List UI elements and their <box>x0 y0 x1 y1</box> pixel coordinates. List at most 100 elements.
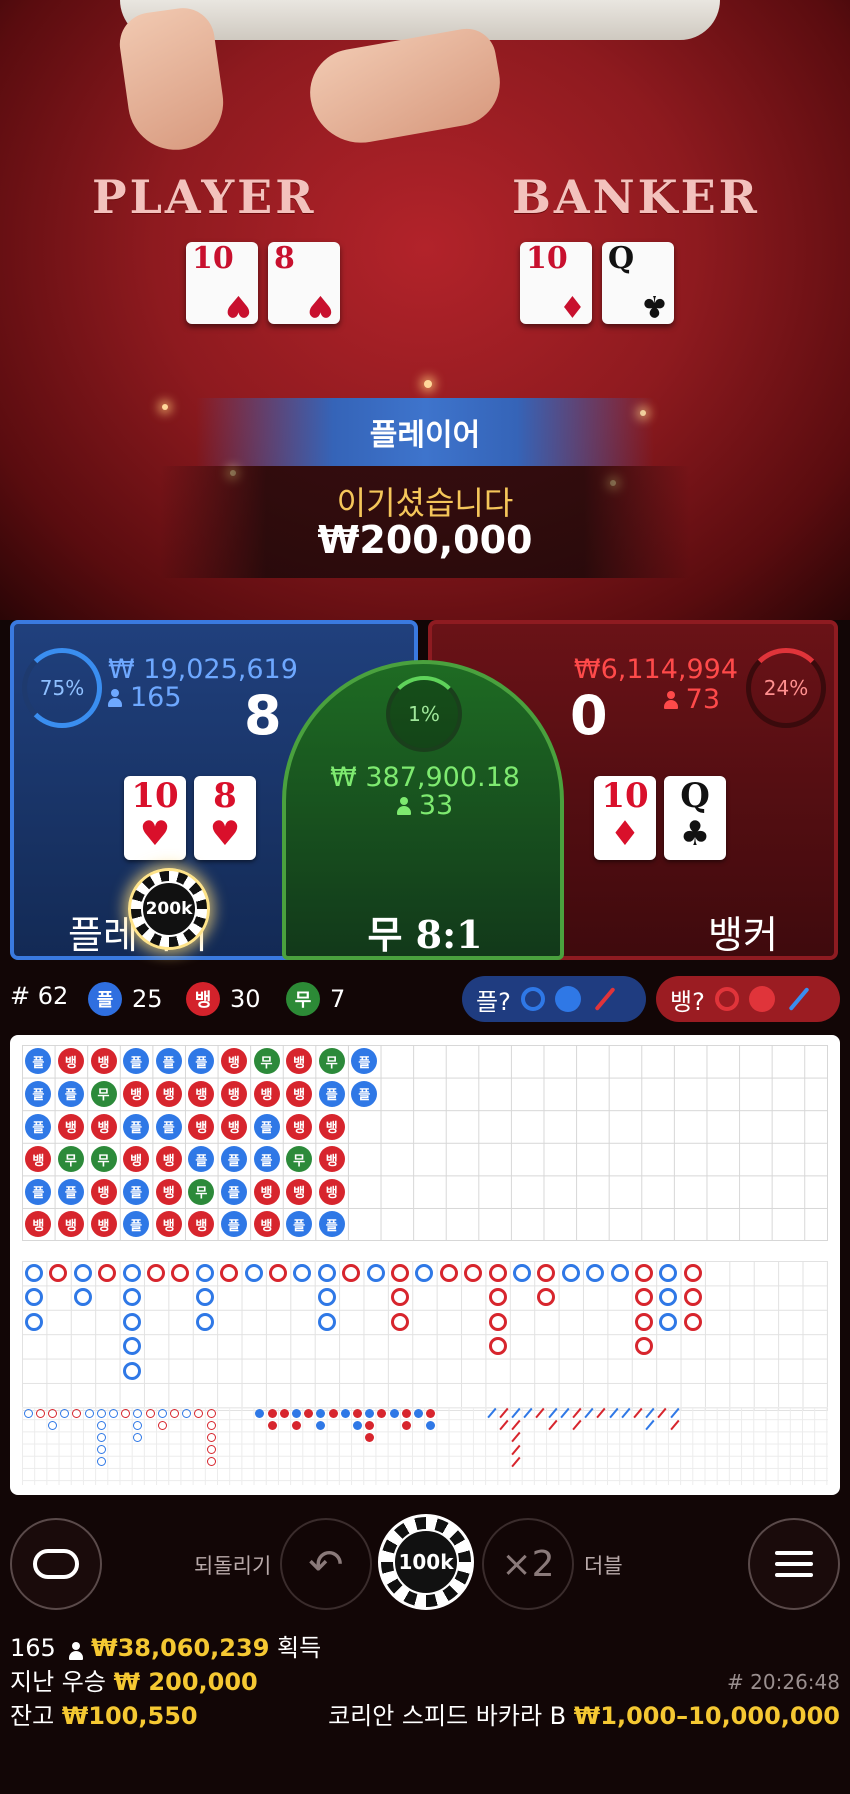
derived-road-mark <box>206 1420 216 1430</box>
card-rank: 8 <box>274 241 295 276</box>
derived-road-slash <box>511 1444 521 1455</box>
derived-road-mark <box>96 1432 106 1442</box>
game-id: # 20:26:48 <box>727 1670 840 1694</box>
banker-percent-gauge: 24% <box>746 648 826 728</box>
scoreboard[interactable]: 플플플뱅플뱅뱅플뱅무플뱅뱅무뱅무뱅뱅플뱅플뱅플플플뱅플뱅뱅뱅플뱅뱅플무뱅뱅뱅뱅플… <box>10 1035 840 1495</box>
balance-label: 잔고 <box>10 1702 55 1730</box>
card-rank: Q <box>608 241 635 276</box>
bead-cell: 플 <box>253 1113 280 1140</box>
double-button[interactable]: ×2 <box>482 1518 574 1610</box>
bead-cell: 플 <box>318 1211 345 1238</box>
big-road-cell <box>683 1264 702 1282</box>
derived-road-slash <box>596 1407 607 1419</box>
banker-win-count: 뱅 30 <box>186 982 261 1016</box>
bead-cell: 뱅 <box>253 1080 280 1107</box>
bead-cell: 뱅 <box>155 1178 182 1205</box>
tie-badge: 무 <box>286 982 320 1016</box>
bead-cell: 플 <box>286 1211 313 1238</box>
big-road-cell <box>122 1264 141 1282</box>
derived-road-slash <box>523 1407 533 1419</box>
big-road-cell <box>683 1288 702 1307</box>
bead-cell: 뱅 <box>318 1146 345 1173</box>
big-road-cell <box>561 1264 580 1282</box>
big-road-cell <box>391 1264 409 1282</box>
banker-predict-button[interactable]: 뱅? <box>656 976 840 1022</box>
derived-road-mark <box>328 1408 338 1418</box>
card-rank: Q <box>680 776 710 816</box>
player-percent-gauge: 75% <box>22 648 102 728</box>
heart-icon: ♥ <box>139 814 171 854</box>
table-name: 코리안 스피드 바카라 B <box>328 1702 567 1730</box>
bead-cell: 플 <box>188 1048 215 1075</box>
derived-road-mark <box>47 1420 57 1430</box>
derived-road-mark <box>389 1408 399 1418</box>
derived-road-mark <box>96 1408 106 1418</box>
bead-cell: 뱅 <box>90 1048 117 1075</box>
bead-cell: 플 <box>188 1146 215 1173</box>
derived-road-slash <box>511 1407 521 1419</box>
derived-road-mark <box>145 1408 155 1418</box>
derived-road-mark <box>84 1408 94 1418</box>
dot-icon <box>748 986 775 1012</box>
bead-cell: 뱅 <box>286 1178 313 1205</box>
dealer-right-hand <box>303 24 507 151</box>
bead-cell: 뱅 <box>90 1178 117 1205</box>
chip-selector[interactable]: 100k <box>378 1514 474 1610</box>
derived-road-slash <box>645 1419 655 1431</box>
derived-road-slash <box>621 1407 631 1419</box>
derived-road-slash <box>511 1432 521 1443</box>
bead-cell: 뱅 <box>57 1211 84 1238</box>
derived-road-mark <box>291 1420 301 1430</box>
bead-cell: 플 <box>25 1113 52 1140</box>
player-predict-button[interactable]: 플? <box>462 976 646 1022</box>
double-label: 더블 <box>584 1554 623 1578</box>
bead-cell: 뱅 <box>253 1211 280 1238</box>
bead-cell: 플 <box>155 1048 182 1075</box>
derived-road-mark <box>267 1420 277 1430</box>
lobby-icon <box>33 1549 79 1579</box>
dot-icon <box>554 986 581 1012</box>
derived-road-mark <box>401 1408 411 1418</box>
heart-icon: ♥ <box>209 814 241 854</box>
bet-limits: ₩1,000–10,000,000 <box>573 1702 840 1730</box>
derived-road-mark <box>316 1408 326 1418</box>
undo-button[interactable]: ↶ <box>280 1518 372 1610</box>
baccarat-app: PLAYER BANKER 10 ♥ 8 ♥ 10 ♦ Q ♣ 플레이어 이기셨… <box>0 0 850 1794</box>
bead-cell: 뱅 <box>57 1048 84 1075</box>
big-road-cell <box>488 1288 507 1307</box>
derived-road-mark <box>206 1432 216 1442</box>
big-road-cell <box>25 1288 43 1307</box>
tie-count: 무7 <box>286 982 345 1016</box>
menu-button[interactable] <box>748 1518 840 1610</box>
derived-road-mark <box>157 1408 167 1418</box>
derived-road-slash <box>669 1419 680 1431</box>
player-bettors-value: 165 <box>130 682 182 713</box>
big-road-cell <box>73 1288 92 1307</box>
double-icon: ×2 <box>501 1543 555 1585</box>
derived-road-mark <box>316 1420 326 1430</box>
bead-cell: 플 <box>25 1048 52 1075</box>
derived-road-slash <box>669 1407 680 1419</box>
player-bettor-count: 165 <box>108 684 182 711</box>
bead-cell: 플 <box>220 1146 247 1173</box>
banker-card-1: 10 ♦ <box>594 776 656 860</box>
big-road-cell <box>25 1312 43 1331</box>
derived-road-mark <box>365 1408 375 1418</box>
balance-line: 잔고 ₩100,550 <box>10 1704 198 1728</box>
tie-count-value: 7 <box>330 985 346 1013</box>
table-player-card-2: 8 ♥ <box>268 242 340 324</box>
person-icon <box>108 689 122 707</box>
big-road-cell <box>635 1337 653 1356</box>
derived-road-mark <box>426 1408 436 1418</box>
bead-cell: 무 <box>286 1146 313 1173</box>
card-suit: ♦ <box>559 288 586 323</box>
big-road-cell <box>293 1264 312 1282</box>
big-road-cell <box>98 1264 117 1282</box>
card-rank: 10 <box>192 241 234 276</box>
bead-cell: 무 <box>188 1178 215 1205</box>
derived-road-slash <box>547 1407 558 1419</box>
derived-road-slash <box>486 1407 497 1419</box>
win-amount: ₩200,000 <box>317 518 533 562</box>
ring-icon <box>714 987 739 1011</box>
lobby-button[interactable] <box>10 1518 102 1610</box>
